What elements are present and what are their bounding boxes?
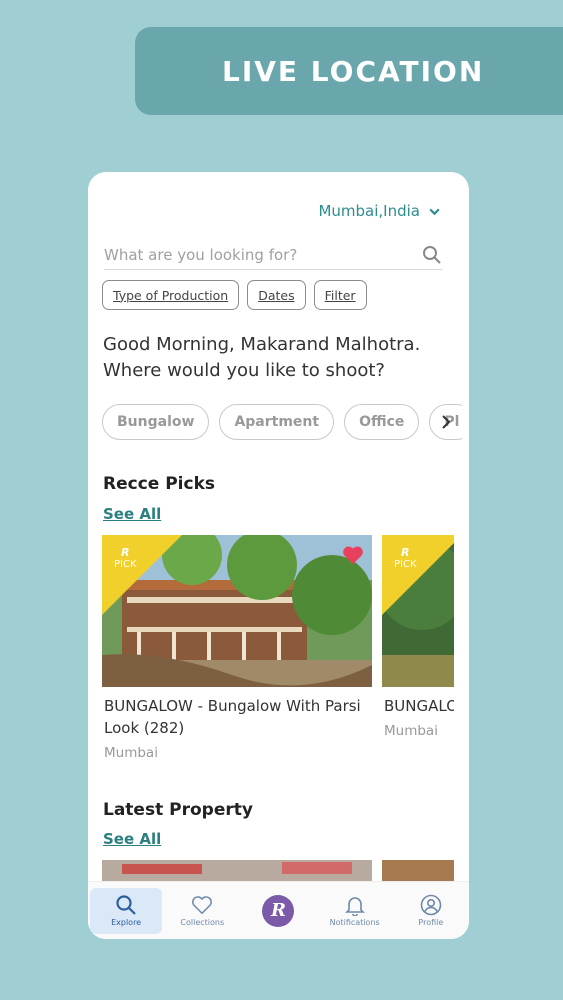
recce-picks-title: Recce Picks <box>103 474 216 494</box>
dates-filter[interactable]: Dates <box>247 280 306 310</box>
tab-label: Collections <box>180 918 225 927</box>
heart-icon <box>192 896 213 915</box>
app-screen: Mumbai,India Type of Production Dates Fi… <box>88 172 469 939</box>
latest-property-title: Latest Property <box>103 800 253 820</box>
bell-icon <box>344 897 365 916</box>
property-city: Mumbai <box>104 745 158 761</box>
property-title: BUNGALOW (237) <box>384 697 454 715</box>
tab-explore[interactable]: Explore <box>90 887 163 934</box>
filter-button[interactable]: Filter <box>313 280 367 310</box>
filter-chips: Type of Production Dates Filter <box>102 280 367 310</box>
pick-badge-label: R PICK <box>394 546 417 571</box>
category-bungalow[interactable]: Bungalow <box>102 404 210 440</box>
heart-icon[interactable] <box>342 545 364 565</box>
property-card[interactable]: RPICK BUNGALOW (237) Mumbai <box>382 535 454 739</box>
tab-home-logo[interactable]: R <box>242 888 314 934</box>
type-of-production-filter[interactable]: Type of Production <box>102 280 240 310</box>
recce-logo-icon: R <box>262 894 295 927</box>
property-card[interactable]: R PICK BUNGALOW - Bungalow With Parsi Loo… <box>102 535 372 761</box>
search-bar <box>104 240 442 270</box>
property-image: R PICK <box>382 535 454 687</box>
chevron-down-icon <box>429 208 440 215</box>
search-input[interactable] <box>104 245 394 264</box>
banner-text: LIVE LOCATION <box>222 54 485 88</box>
tab-label: Profile <box>418 918 444 927</box>
tab-profile[interactable]: Profile <box>395 888 467 934</box>
category-apartment[interactable]: Apartment <box>219 404 335 440</box>
pick-badge <box>382 535 454 615</box>
tab-label: Notifications <box>329 918 380 927</box>
greeting-line-2: Where would you like to shoot? <box>103 360 385 381</box>
property-title: BUNGALOW - Bungalow With Parsi Look (282… <box>104 697 361 737</box>
search-icon[interactable] <box>422 245 442 265</box>
recce-picks-see-all[interactable]: See All <box>103 505 161 523</box>
category-chips: Bungalow Apartment Office Pl <box>102 404 462 440</box>
pick-badge-label: R PICK <box>114 546 137 571</box>
tab-collections[interactable]: Collections <box>166 888 238 934</box>
category-office[interactable]: Office <box>344 404 420 440</box>
property-image: R PICK <box>102 535 372 687</box>
chevron-right-icon[interactable] <box>437 413 455 431</box>
greeting-line-1: Good Morning, Makarand Malhotra. <box>103 334 421 355</box>
location-label: Mumbai,India <box>318 202 420 220</box>
search-icon <box>116 895 136 915</box>
live-location-banner: LIVE LOCATION <box>135 27 563 115</box>
property-city: Mumbai <box>384 723 438 739</box>
bottom-tab-bar: Explore Collections R Notifications Prof… <box>88 881 469 939</box>
location-selector[interactable]: Mumbai,India <box>318 202 441 220</box>
tab-label: Explore <box>111 918 142 927</box>
user-icon <box>420 894 442 916</box>
tab-notifications[interactable]: Notifications <box>319 888 391 934</box>
greeting: Good Morning, Makarand Malhotra. Where w… <box>103 332 443 384</box>
latest-property-see-all[interactable]: See All <box>103 830 161 848</box>
